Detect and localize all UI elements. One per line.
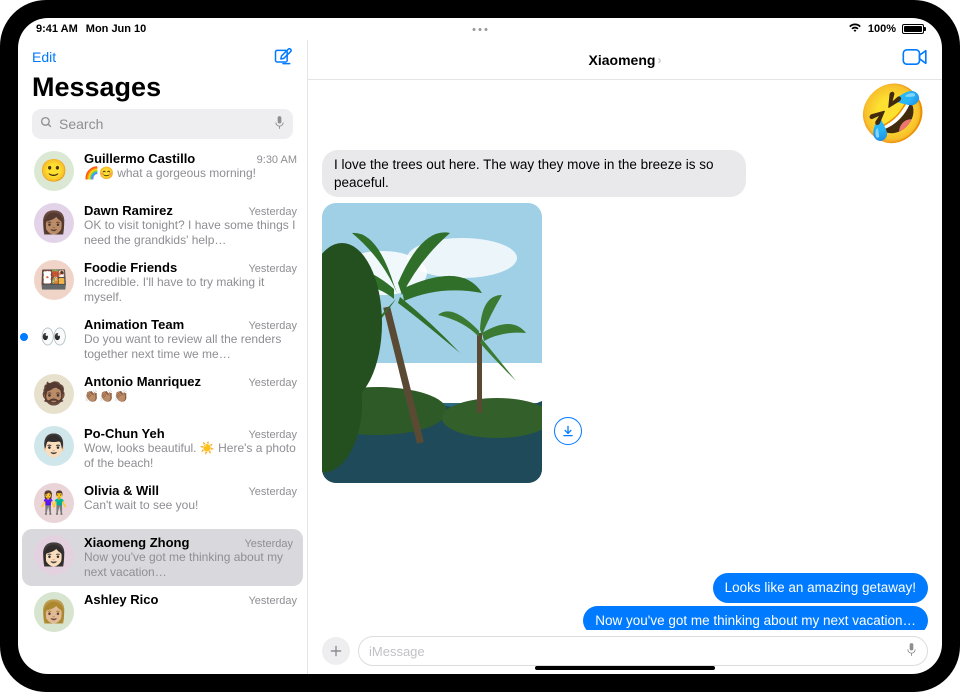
battery-pct: 100% — [868, 23, 896, 35]
battery-icon — [902, 24, 924, 34]
conversation-item[interactable]: 🧔🏽 Antonio Manriquez Yesterday👏🏽👏🏽👏🏽 — [18, 368, 307, 420]
conversation-name: Foodie Friends — [84, 260, 177, 275]
conversation-item[interactable]: 🍱 Foodie Friends YesterdayIncredible. I'll… — [18, 254, 307, 311]
conversation-preview: 🌈😊 what a gorgeous morning! — [84, 166, 297, 181]
conversation-name: Po-Chun Yeh — [84, 426, 165, 441]
status-bar: 9:41 AM Mon Jun 10 100% — [18, 18, 942, 40]
conversation-item[interactable]: 👩🏻 Xiaomeng Zhong YesterdayNow you've got … — [22, 529, 303, 586]
download-attachment-button[interactable] — [554, 417, 582, 445]
avatar: 👨🏻 — [34, 426, 74, 466]
conversation-name: Xiaomeng Zhong — [84, 535, 189, 550]
conversation-time: Yesterday — [248, 486, 297, 498]
avatar: 👀 — [34, 317, 74, 357]
edit-button[interactable]: Edit — [32, 49, 56, 65]
conversation-time: Yesterday — [248, 263, 297, 275]
contact-name-label: Xiaomeng — [589, 52, 656, 68]
conversation-time: Yesterday — [244, 538, 293, 550]
avatar: 🍱 — [34, 260, 74, 300]
conversation-item[interactable]: 👀 Animation Team YesterdayDo you want to r… — [18, 311, 307, 368]
chevron-right-icon: › — [657, 53, 661, 67]
conversation-name: Ashley Rico — [84, 592, 158, 607]
conversation-item[interactable]: 🙂 Guillermo Castillo 9:30 AM🌈😊 what a gorg… — [18, 145, 307, 197]
status-time: 9:41 AM — [36, 23, 78, 35]
conversation-preview: Incredible. I'll have to try making it m… — [84, 275, 297, 305]
conversation-item[interactable]: 👩🏽 Dawn Ramirez YesterdayOK to visit tonig… — [18, 197, 307, 254]
conversation-time: 9:30 AM — [257, 154, 297, 166]
message-placeholder: iMessage — [369, 644, 425, 659]
search-icon — [40, 116, 53, 132]
search-placeholder: Search — [59, 116, 103, 132]
avatar: 👩🏼 — [34, 592, 74, 632]
conversation-time: Yesterday — [248, 595, 297, 607]
add-attachment-button[interactable] — [322, 637, 350, 665]
conversation-name: Dawn Ramirez — [84, 203, 173, 218]
avatar: 🧔🏽 — [34, 374, 74, 414]
search-input[interactable]: Search — [32, 109, 293, 139]
conversation-item[interactable]: 👩🏼 Ashley Rico Yesterday — [18, 586, 307, 638]
page-title: Messages — [18, 70, 307, 109]
chat-body[interactable]: 🤣 I love the trees out here. The way the… — [308, 80, 942, 630]
facetime-button[interactable] — [902, 48, 928, 69]
avatar: 👩🏻 — [34, 535, 74, 575]
received-message[interactable]: I love the trees out here. The way they … — [322, 150, 746, 197]
photo-attachment[interactable] — [322, 203, 542, 483]
unread-dot-icon — [20, 333, 28, 341]
conversation-name: Guillermo Castillo — [84, 151, 195, 166]
conversation-name: Olivia & Will — [84, 483, 159, 498]
wifi-icon — [848, 22, 862, 36]
avatar: 👩🏽 — [34, 203, 74, 243]
conversation-preview: 👏🏽👏🏽👏🏽 — [84, 389, 297, 404]
conversation-item[interactable]: 👫 Olivia & Will YesterdayCan't wait to see… — [18, 477, 307, 529]
reaction-emoji[interactable]: 🤣 — [858, 86, 928, 142]
contact-name-button[interactable]: Xiaomeng › — [589, 52, 662, 68]
avatar: 👫 — [34, 483, 74, 523]
conversation-list: 🙂 Guillermo Castillo 9:30 AM🌈😊 what a gorg… — [18, 145, 307, 674]
sent-message[interactable]: Now you've got me thinking about my next… — [583, 606, 928, 630]
message-input[interactable]: iMessage — [358, 636, 928, 666]
conversation-time: Yesterday — [248, 429, 297, 441]
dictate-icon[interactable] — [906, 642, 917, 660]
conversation-preview: Do you want to review all the renders to… — [84, 332, 297, 362]
chat-header: Xiaomeng › — [308, 40, 942, 80]
chat-panel: Xiaomeng › 🤣 I love the trees out here. … — [308, 40, 942, 674]
avatar: 🙂 — [34, 151, 74, 191]
conversation-preview: Can't wait to see you! — [84, 498, 297, 513]
conversation-preview: OK to visit tonight? I have some things … — [84, 218, 297, 248]
conversation-preview: Wow, looks beautiful. ☀️ Here's a photo … — [84, 441, 297, 471]
conversation-sidebar: Edit Messages Search — [18, 40, 308, 674]
conversation-time: Yesterday — [248, 206, 297, 218]
home-indicator[interactable] — [535, 666, 715, 670]
conversation-item[interactable]: 👨🏻 Po-Chun Yeh YesterdayWow, looks beautif… — [18, 420, 307, 477]
conversation-preview: Now you've got me thinking about my next… — [84, 550, 293, 580]
conversation-time: Yesterday — [248, 320, 297, 332]
multitask-dots[interactable] — [473, 28, 488, 31]
conversation-name: Animation Team — [84, 317, 184, 332]
dictate-icon[interactable] — [274, 115, 285, 133]
status-date: Mon Jun 10 — [86, 23, 147, 35]
sent-message[interactable]: Looks like an amazing getaway! — [713, 573, 928, 603]
conversation-name: Antonio Manriquez — [84, 374, 201, 389]
compose-button[interactable] — [273, 47, 293, 67]
conversation-time: Yesterday — [248, 377, 297, 389]
